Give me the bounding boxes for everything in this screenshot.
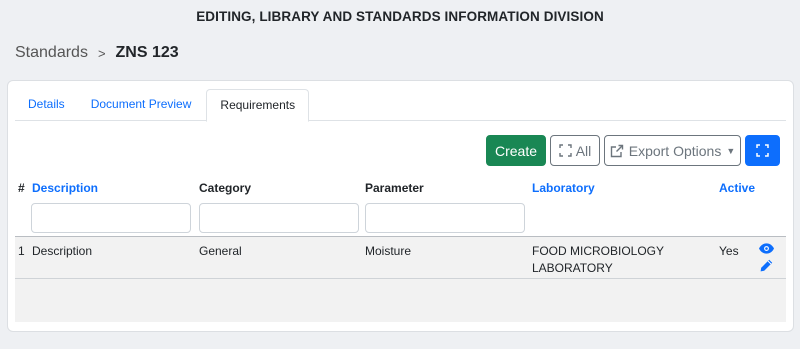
row-parameter: Moisture: [365, 244, 412, 258]
breadcrumb-separator: >: [97, 45, 106, 61]
description-filter-input[interactable]: [31, 203, 191, 233]
row-active: Yes: [719, 244, 739, 258]
breadcrumb: Standards > ZNS 123: [15, 44, 179, 62]
caret-down-icon: ▼: [726, 145, 736, 156]
column-header-laboratory[interactable]: Laboratory: [532, 181, 595, 195]
create-button[interactable]: Create: [486, 135, 546, 166]
division-title: EDITING, LIBRARY AND STANDARDS INFORMATI…: [196, 9, 604, 24]
row-laboratory: FOOD MICROBIOLOGY LABORATORY: [532, 244, 664, 275]
column-header-description[interactable]: Description: [32, 181, 98, 195]
tab-bar: Details Document Preview Requirements: [15, 89, 786, 122]
table-header: # Description Category Parameter Laborat…: [15, 177, 786, 237]
fullscreen-icon: [756, 144, 769, 157]
show-all-label: All: [575, 142, 592, 159]
eye-icon[interactable]: [759, 243, 774, 257]
column-header-category: Category: [199, 181, 252, 195]
table-row: 1 Description General Moisture FOOD MICR…: [15, 237, 786, 279]
export-options-label: Export Options: [628, 142, 722, 159]
row-category: General: [199, 244, 242, 258]
requirements-table: # Description Category Parameter Laborat…: [15, 177, 786, 322]
external-link-icon: [610, 144, 624, 158]
parameter-filter-input[interactable]: [365, 203, 525, 233]
fullscreen-button[interactable]: [745, 135, 780, 166]
column-header-number: #: [18, 181, 25, 195]
tab-requirements[interactable]: Requirements: [206, 89, 310, 122]
tab-details[interactable]: Details: [15, 89, 78, 121]
export-options-button[interactable]: Export Options ▼: [604, 135, 741, 166]
breadcrumb-standards[interactable]: Standards: [15, 44, 88, 62]
category-filter-input[interactable]: [199, 203, 359, 233]
show-all-button[interactable]: All: [550, 135, 600, 166]
row-number: 1: [18, 244, 25, 258]
breadcrumb-current: ZNS 123: [115, 44, 179, 61]
pencil-icon[interactable]: [760, 259, 773, 275]
table-toolbar: Create All Export Options ▼: [486, 135, 780, 166]
column-header-parameter: Parameter: [365, 181, 424, 195]
column-header-active[interactable]: Active: [719, 181, 755, 195]
row-description: Description: [32, 244, 93, 258]
expand-icon: [559, 144, 572, 157]
tab-document-preview[interactable]: Document Preview: [78, 89, 205, 121]
standard-card: Details Document Preview Requirements Cr…: [7, 80, 794, 332]
